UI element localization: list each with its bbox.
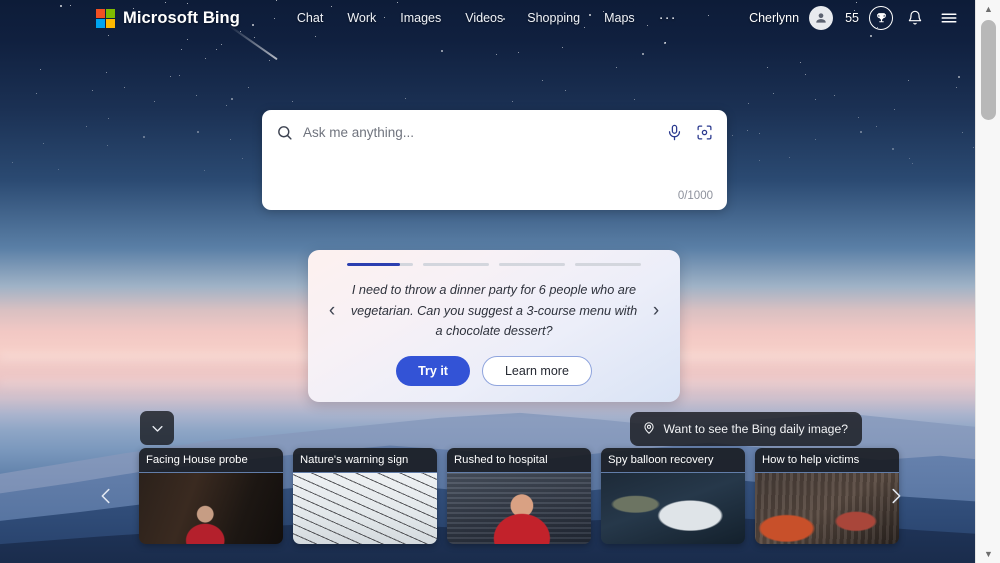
scrollbar-thumb[interactable]	[981, 20, 996, 120]
bing-daily-image-button[interactable]: Want to see the Bing daily image?	[629, 412, 862, 446]
news-card-title: Facing House probe	[139, 448, 283, 473]
progress-segment-2[interactable]	[423, 263, 489, 266]
scroll-down-arrow-icon[interactable]: ▼	[976, 545, 1000, 563]
news-thumbnail	[601, 473, 745, 544]
bell-icon[interactable]	[903, 6, 927, 30]
news-next-chevron-right-icon[interactable]	[876, 476, 916, 516]
brand-name: Microsoft Bing	[123, 8, 240, 27]
news-prev-chevron-left-icon[interactable]	[86, 476, 126, 516]
chevron-down-icon[interactable]	[140, 411, 174, 445]
nav-item-work[interactable]: Work	[347, 11, 376, 25]
nav-item-videos[interactable]: Videos	[465, 11, 503, 25]
trophy-icon[interactable]	[869, 6, 893, 30]
header-account-area: Cherlynn 55	[749, 6, 975, 30]
search-row	[262, 110, 727, 154]
news-thumbnail	[139, 473, 283, 544]
suggestion-prompt-text: I need to throw a dinner party for 6 peo…	[350, 283, 638, 339]
scroll-up-arrow-icon[interactable]: ▲	[976, 0, 1000, 18]
main-nav: Chat Work Images Videos Shopping Maps ··…	[297, 10, 677, 25]
news-card[interactable]: Rushed to hospital	[447, 448, 591, 544]
nav-item-shopping[interactable]: Shopping	[527, 11, 580, 25]
microphone-icon[interactable]	[666, 124, 683, 141]
news-thumbnail	[447, 473, 591, 544]
microsoft-logo-icon	[96, 8, 115, 28]
visual-search-camera-icon[interactable]	[696, 124, 713, 141]
try-it-button[interactable]: Try it	[396, 355, 470, 386]
nav-item-maps[interactable]: Maps	[604, 11, 635, 25]
progress-segment-1[interactable]	[347, 263, 413, 266]
character-counter: 0/1000	[677, 190, 713, 202]
news-card-list: Facing House probe Nature's warning sign…	[139, 448, 899, 544]
brand-logo[interactable]: Microsoft Bing	[96, 8, 240, 28]
suggestion-prev-chevron-left-icon[interactable]: ‹	[323, 300, 341, 322]
nav-item-chat[interactable]: Chat	[297, 11, 323, 25]
user-name: Cherlynn	[749, 11, 800, 25]
news-carousel: Facing House probe Nature's warning sign…	[0, 448, 975, 563]
rewards-points: 55	[845, 11, 859, 25]
search-input[interactable]	[303, 124, 666, 140]
suggestion-buttons: Try it Learn more	[323, 355, 665, 386]
suggestion-body: ‹ I need to throw a dinner party for 6 p…	[323, 280, 665, 342]
suggestion-next-chevron-right-icon[interactable]: ›	[647, 300, 665, 322]
nav-more-icon[interactable]: ···	[659, 10, 677, 25]
news-card[interactable]: Facing House probe	[139, 448, 283, 544]
hamburger-menu-icon[interactable]	[937, 6, 961, 30]
news-card[interactable]: Nature's warning sign	[293, 448, 437, 544]
bing-daily-image-label: Want to see the Bing daily image?	[663, 422, 849, 436]
news-thumbnail	[293, 473, 437, 544]
search-actions	[666, 124, 713, 141]
news-card-title: Nature's warning sign	[293, 448, 437, 473]
learn-more-button[interactable]: Learn more	[481, 355, 592, 386]
progress-segment-3[interactable]	[499, 263, 565, 266]
person-avatar-icon[interactable]	[809, 6, 834, 30]
location-pin-icon	[642, 421, 656, 438]
news-card-title: How to help victims	[755, 448, 899, 473]
news-card-title: Rushed to hospital	[447, 448, 591, 473]
news-card[interactable]: Spy balloon recovery	[601, 448, 745, 544]
progress-segment-4[interactable]	[575, 263, 641, 266]
search-box[interactable]: 0/1000	[262, 110, 727, 210]
vertical-scrollbar[interactable]: ▲ ▼	[975, 0, 1000, 563]
search-icon	[276, 124, 293, 141]
top-header: Microsoft Bing Chat Work Images Videos S…	[0, 0, 975, 36]
suggestion-card: ‹ I need to throw a dinner party for 6 p…	[308, 250, 680, 402]
carousel-progress	[323, 263, 665, 266]
news-card-title: Spy balloon recovery	[601, 448, 745, 473]
nav-item-images[interactable]: Images	[400, 11, 441, 25]
